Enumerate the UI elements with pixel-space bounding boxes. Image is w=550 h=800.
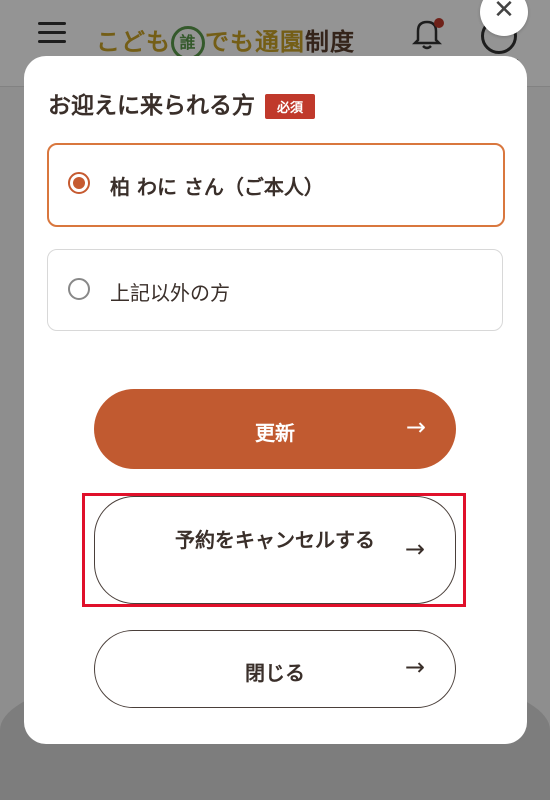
pickup-person-modal: お迎えに来られる方 必須 柏 わに さん（ご本人） 上記以外の方 更新 → 予約を… [24,56,527,744]
radio-unselected-icon[interactable] [68,278,90,300]
option-self[interactable]: 柏 わに さん（ご本人） [47,143,505,227]
close-button-label: 閉じる [245,661,305,685]
radio-selected-icon[interactable] [68,172,90,194]
required-badge: 必須 [265,94,316,119]
modal-title: お迎えに来られる方 必須 [48,86,316,120]
update-button-label: 更新 [255,421,295,445]
arrow-right-icon: → [404,653,425,681]
modal-title-text: お迎えに来られる方 [48,93,255,119]
arrow-right-icon: → [405,413,426,441]
option-self-label: 柏 わに さん（ご本人） [110,175,324,199]
option-other[interactable]: 上記以外の方 [47,249,503,331]
highlight-annotation-box [82,493,466,607]
update-button[interactable]: 更新 → [94,389,456,469]
close-button[interactable]: 閉じる → [94,630,456,708]
option-other-label: 上記以外の方 [110,281,230,305]
